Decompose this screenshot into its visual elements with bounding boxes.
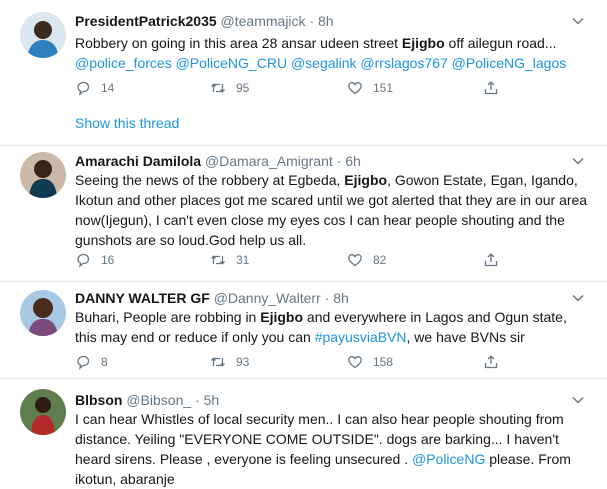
like-button[interactable]: 82 (347, 250, 386, 270)
retweet-button[interactable]: 93 (210, 352, 249, 372)
author-handle[interactable]: @Bibson_ (126, 392, 191, 408)
avatar[interactable] (20, 290, 66, 336)
reply-icon (77, 355, 90, 370)
retweet-count: 31 (236, 253, 250, 267)
like-button[interactable]: 158 (347, 352, 393, 372)
chevron-down-icon[interactable] (571, 14, 585, 28)
retweet-icon (211, 357, 225, 367)
mention-links[interactable]: @police_forces @PoliceNG_CRU @segalink @… (75, 55, 566, 71)
reply-button[interactable]: 8 (75, 352, 108, 372)
keyword-highlight: Ejigbo (401, 35, 445, 51)
chevron-down-icon[interactable] (571, 291, 585, 305)
like-count: 158 (373, 355, 394, 369)
avatar[interactable] (20, 12, 66, 58)
tweet-item[interactable]: DANNY WALTER GF @Danny_Walterr · 8h Buha… (0, 282, 607, 379)
reply-icon (77, 81, 90, 96)
retweet-count: 93 (236, 355, 250, 369)
like-count: 82 (373, 253, 387, 267)
tweet-text: Buhari, People are robbing in Ejigbo and… (75, 309, 567, 345)
retweet-icon (211, 83, 225, 93)
hashtag-link[interactable]: #payusviaBVN (315, 329, 407, 345)
reply-button[interactable]: 16 (75, 250, 114, 270)
tweet-actions: 14 95 151 (75, 78, 515, 98)
retweet-icon (211, 255, 225, 265)
reply-count: 16 (101, 253, 115, 267)
tweet-time[interactable]: 8h (318, 13, 334, 29)
tweet-item[interactable]: Amarachi Damilola @Damara_Amigrant · 6h … (0, 146, 607, 282)
reply-icon (77, 253, 90, 268)
tweet-time[interactable]: 6h (345, 153, 361, 169)
author-name[interactable]: Blbson (75, 392, 122, 408)
tweet-actions: 16 31 82 (75, 250, 515, 270)
tweet-text: I can hear Whistles of local security me… (75, 411, 571, 487)
share-button[interactable] (483, 250, 499, 270)
share-button[interactable] (483, 78, 499, 98)
share-icon (484, 253, 498, 267)
like-icon (348, 356, 362, 369)
avatar[interactable] (20, 389, 66, 435)
author-handle[interactable]: @Damara_Amigrant (205, 153, 333, 169)
tweet-text: Robbery on going in this area 28 ansar u… (75, 35, 567, 71)
tweet-time[interactable]: 8h (333, 290, 349, 306)
like-button[interactable]: 151 (347, 78, 393, 98)
keyword-highlight: Ejigbo (344, 172, 388, 188)
avatar[interactable] (20, 152, 66, 198)
reply-count: 8 (101, 355, 108, 369)
author-name[interactable]: Amarachi Damilola (75, 153, 201, 169)
keyword-highlight: Ejigbo (260, 309, 304, 325)
reply-count: 14 (101, 81, 115, 95)
share-icon (484, 355, 498, 369)
chevron-down-icon[interactable] (571, 393, 585, 407)
chevron-down-icon[interactable] (571, 154, 585, 168)
retweet-button[interactable]: 95 (210, 78, 249, 98)
like-count: 151 (373, 81, 394, 95)
share-icon (484, 81, 498, 95)
reply-button[interactable]: 14 (75, 78, 114, 98)
tweet-item[interactable]: Blbson @Bibson_ · 5h I can hear Whistles… (0, 379, 607, 487)
author-name[interactable]: DANNY WALTER GF (75, 290, 210, 306)
retweet-count: 95 (236, 81, 250, 95)
share-button[interactable] (483, 352, 499, 372)
tweet-actions: 8 93 158 (75, 352, 515, 372)
tweet-item[interactable]: PresidentPatrick2035 @teammajick · 8h Ro… (0, 0, 607, 146)
show-thread-link[interactable]: Show this thread (75, 115, 179, 131)
like-icon (348, 254, 362, 267)
tweet-text: Seeing the news of the robbery at Egbeda… (75, 172, 588, 248)
mention-link[interactable]: @PoliceNG (412, 451, 485, 467)
author-handle[interactable]: @Danny_Walterr (214, 290, 321, 306)
retweet-button[interactable]: 31 (210, 250, 249, 270)
author-handle[interactable]: @teammajick (221, 13, 306, 29)
like-icon (348, 82, 362, 95)
tweet-time[interactable]: 5h (204, 392, 220, 408)
author-name[interactable]: PresidentPatrick2035 (75, 13, 217, 29)
